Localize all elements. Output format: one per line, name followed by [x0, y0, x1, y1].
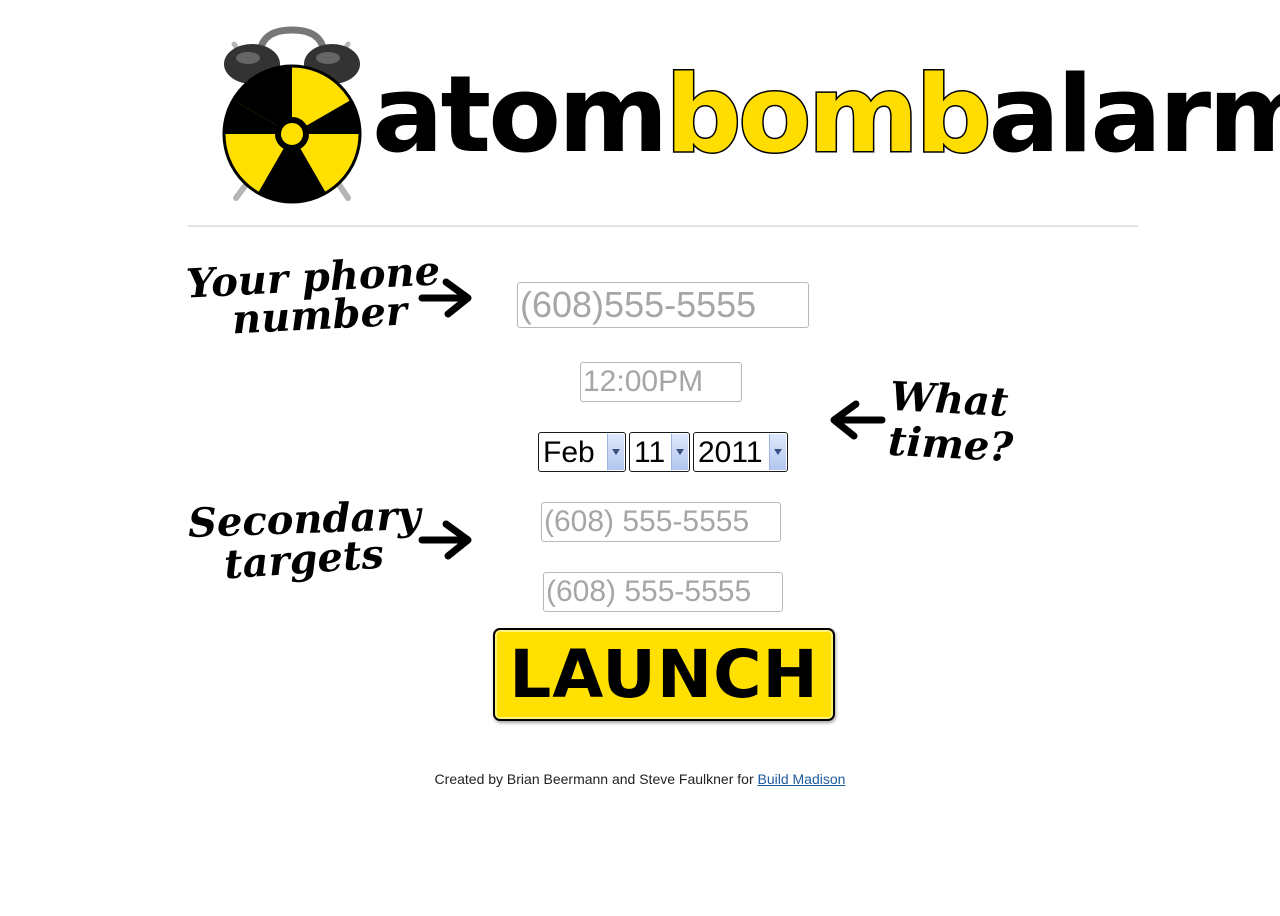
month-select-value: Feb: [543, 436, 595, 469]
logo-word-alarm: alarm: [988, 53, 1280, 176]
time-annotation-line-1: What: [888, 372, 1010, 427]
phone-annotation-line-2: number: [230, 287, 409, 344]
chevron-down-icon[interactable]: [769, 434, 786, 470]
header-divider: [188, 225, 1138, 227]
month-select[interactable]: Feb: [538, 432, 626, 472]
arrow-right-icon: [418, 278, 472, 318]
site-logo-wordmark: atombombalarm: [372, 58, 1280, 171]
phone-number-input[interactable]: [517, 282, 809, 328]
logo-word-atom: atom: [372, 53, 668, 176]
chevron-down-icon[interactable]: [671, 434, 688, 470]
secondary-annotation-line-2: targets: [222, 530, 386, 589]
arrow-left-icon: [830, 400, 886, 440]
time-input[interactable]: [580, 362, 742, 402]
arrow-right-icon: [418, 520, 472, 560]
secondary-target-2-input[interactable]: [543, 572, 783, 612]
logo-word-bomb: bomb: [664, 53, 993, 176]
secondary-target-1-input[interactable]: [541, 502, 781, 542]
day-select[interactable]: 11: [629, 432, 690, 472]
chevron-down-icon[interactable]: [607, 434, 624, 470]
page: atombombalarm Your phone number What tim…: [0, 0, 1280, 916]
year-select[interactable]: 2011: [693, 432, 788, 472]
footer-text: Created by Brian Beermann and Steve Faul…: [434, 771, 758, 787]
radiation-alarm-clock-icon: [222, 26, 362, 204]
year-select-value: 2011: [698, 436, 763, 469]
day-select-value: 11: [634, 436, 666, 469]
time-annotation-line-2: time?: [886, 417, 1015, 472]
build-madison-link[interactable]: Build Madison: [758, 771, 846, 787]
footer-credits: Created by Brian Beermann and Steve Faul…: [0, 771, 1280, 787]
launch-button[interactable]: LAUNCH: [493, 628, 835, 721]
